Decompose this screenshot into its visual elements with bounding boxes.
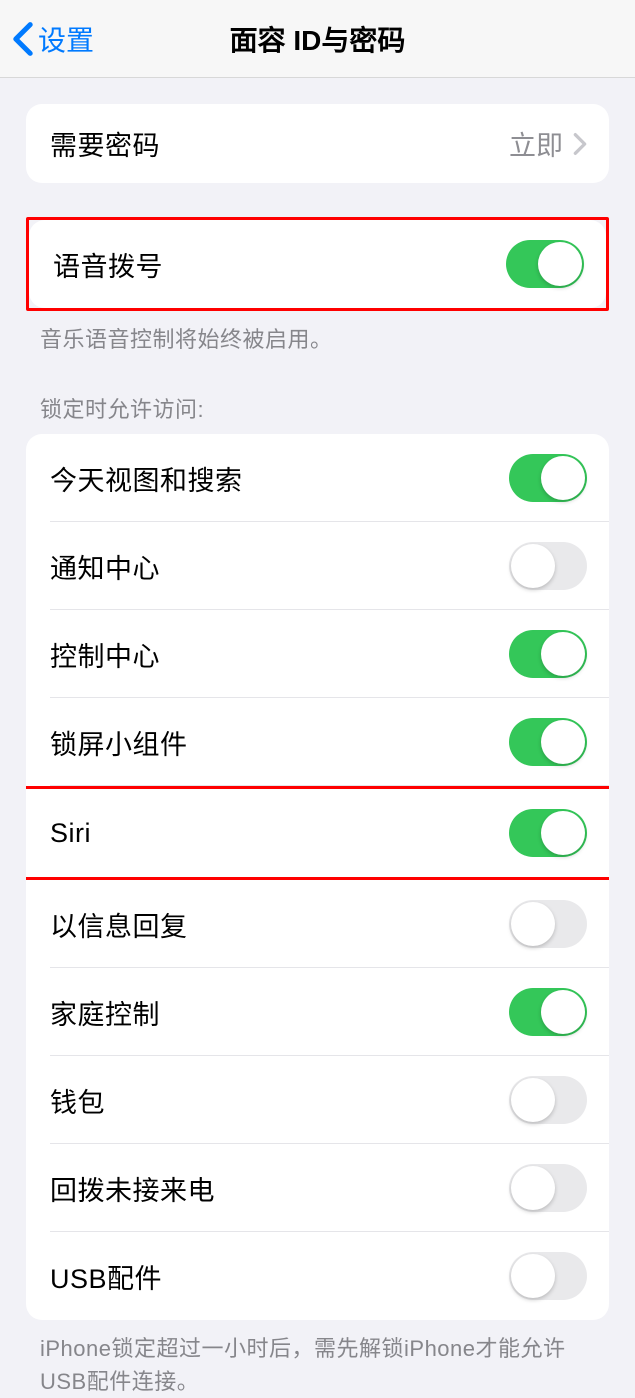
require-passcode-value: 立即 — [509, 124, 563, 163]
lock-access-label: 以信息回复 — [50, 905, 188, 944]
lock-access-label: 回拨未接来电 — [50, 1169, 215, 1208]
chevron-right-icon — [573, 132, 587, 156]
lock-access-row: USB配件 — [26, 1232, 609, 1320]
lock-access-toggle[interactable] — [509, 1076, 587, 1124]
lock-access-toggle[interactable] — [509, 1252, 587, 1300]
navigation-bar: 设置 面容 ID与密码 — [0, 0, 635, 78]
toggle-knob — [511, 902, 555, 946]
lock-access-label: 控制中心 — [50, 635, 160, 674]
toggle-knob — [511, 544, 555, 588]
lock-access-toggle[interactable] — [509, 988, 587, 1036]
lock-access-label: 钱包 — [50, 1081, 105, 1120]
back-label: 设置 — [38, 19, 94, 59]
lock-access-toggle[interactable] — [509, 542, 587, 590]
content: 需要密码 立即 语音拨号 音乐语 — [0, 78, 635, 1398]
toggle-knob — [541, 720, 585, 764]
lock-access-row: 以信息回复 — [26, 880, 609, 968]
passcode-required-group: 需要密码 立即 — [26, 104, 609, 183]
voice-dial-label: 语音拨号 — [53, 245, 163, 284]
lock-access-toggle[interactable] — [509, 809, 587, 857]
page-title: 面容 ID与密码 — [230, 19, 406, 59]
toggle-knob — [538, 242, 582, 286]
voice-dial-row: 语音拨号 — [29, 220, 606, 308]
lock-access-row: 家庭控制 — [26, 968, 609, 1056]
voice-dial-highlight: 语音拨号 — [26, 217, 609, 311]
siri-highlight: Siri — [26, 786, 609, 880]
lock-access-header: 锁定时允许访问: — [40, 392, 595, 424]
lock-access-row: 控制中心 — [26, 610, 609, 698]
lock-access-group: 今天视图和搜索通知中心控制中心锁屏小组件 Siri 以信息回复家庭控制钱包回拨未接来… — [26, 434, 609, 1320]
lock-access-row: 今天视图和搜索 — [26, 434, 609, 522]
require-passcode-row[interactable]: 需要密码 立即 — [26, 104, 609, 183]
lock-access-row: 回拨未接来电 — [26, 1144, 609, 1232]
lock-access-toggle[interactable] — [509, 454, 587, 502]
lock-access-row: Siri — [26, 789, 609, 877]
lock-access-label: 通知中心 — [50, 547, 160, 586]
lock-access-toggle[interactable] — [509, 630, 587, 678]
back-button[interactable]: 设置 — [12, 19, 94, 59]
lock-access-label: 家庭控制 — [50, 993, 160, 1032]
toggle-knob — [511, 1166, 555, 1210]
require-passcode-label: 需要密码 — [50, 124, 160, 163]
lock-access-label: 锁屏小组件 — [50, 723, 188, 762]
lock-access-toggle[interactable] — [509, 718, 587, 766]
lock-access-row: 钱包 — [26, 1056, 609, 1144]
lock-access-label: USB配件 — [50, 1257, 162, 1296]
toggle-knob — [511, 1254, 555, 1298]
lock-access-row: 锁屏小组件 — [26, 698, 609, 786]
toggle-knob — [541, 632, 585, 676]
lock-access-footer: iPhone锁定超过一小时后，需先解锁iPhone才能允许USB配件连接。 — [40, 1332, 595, 1398]
lock-access-label: 今天视图和搜索 — [50, 459, 243, 498]
voice-dial-toggle[interactable] — [506, 240, 584, 288]
toggle-knob — [541, 990, 585, 1034]
toggle-knob — [511, 1078, 555, 1122]
lock-access-toggle[interactable] — [509, 900, 587, 948]
toggle-knob — [541, 811, 585, 855]
lock-access-label: Siri — [50, 818, 91, 849]
voice-dial-footer: 音乐语音控制将始终被启用。 — [40, 323, 595, 356]
chevron-left-icon — [12, 21, 34, 57]
lock-access-toggle[interactable] — [509, 1164, 587, 1212]
lock-access-row: 通知中心 — [26, 522, 609, 610]
toggle-knob — [541, 456, 585, 500]
